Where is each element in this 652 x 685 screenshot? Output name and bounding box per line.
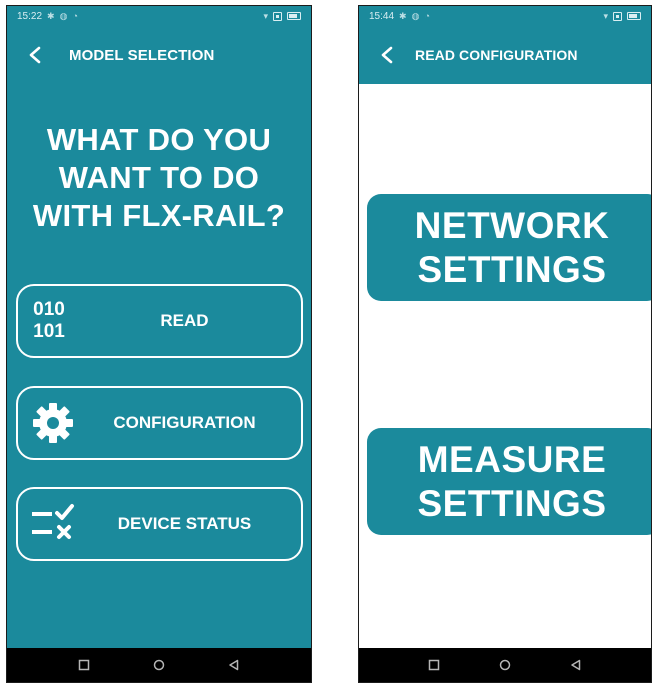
back-button[interactable] [365,33,409,77]
read-configuration-screen: 15:44 ✱ ◍ ◔ ▾ READ CONFIGURATION NETWORK… [358,5,652,683]
question-line: WHAT DO YOU [46,122,272,157]
home-circle-icon[interactable] [490,650,520,680]
recents-square-icon[interactable] [419,650,449,680]
notification-icon: ◍ [59,10,68,21]
wifi-icon: ▾ [263,10,268,21]
chevron-left-icon [29,46,41,64]
bluetooth-icon: ✱ [399,10,407,21]
system-nav-bar [7,648,311,682]
bluetooth-icon: ✱ [47,10,55,21]
screen-background: 15:22 ✱ ◍ ◔ ▾ MODEL SELECTION WHAT DO YO… [7,6,311,648]
read-button[interactable]: 010 101 READ [16,284,303,358]
binary-icon: 010 101 [18,286,88,356]
read-button-label: READ [160,311,209,330]
question-line: WITH FLX-RAIL? [32,198,286,233]
device-status-button-label: DEVICE STATUS [117,514,252,533]
screen-record-icon [273,11,282,21]
signal-icon: ◔ [424,11,430,21]
status-time: 15:22 [17,10,43,22]
wifi-icon: ▾ [603,10,608,21]
notification-icon: ◍ [411,10,420,21]
battery-icon [627,12,641,20]
binary-icon-text: 101 [33,321,65,342]
device-status-button[interactable]: DEVICE STATUS [16,487,303,561]
back-button[interactable] [13,33,57,77]
home-circle-icon[interactable] [144,650,174,680]
screen-record-icon [613,11,622,21]
checklist-icon [18,489,88,559]
page-title: READ CONFIGURATION [415,47,578,63]
battery-icon [287,12,301,20]
gear-icon [18,388,88,458]
network-settings-label-line: NETWORK [414,204,610,246]
back-triangle-icon[interactable] [561,650,591,680]
system-nav-bar [359,648,651,682]
top-bar: READ CONFIGURATION [359,26,651,84]
status-bar: 15:44 ✱ ◍ ◔ ▾ [359,6,651,26]
recents-square-icon[interactable] [69,650,99,680]
status-time: 15:44 [369,10,395,22]
page-title: MODEL SELECTION [69,46,215,64]
signal-icon: ◔ [72,11,78,21]
model-selection-screen: 15:22 ✱ ◍ ◔ ▾ MODEL SELECTION WHAT DO YO… [6,5,312,683]
back-triangle-icon[interactable] [219,650,249,680]
measure-settings-button[interactable]: MEASURE SETTINGS [367,428,651,535]
question-heading: WHAT DO YOU WANT TO DO WITH FLX-RAIL? [7,121,311,235]
binary-icon-text: 010 [33,299,65,320]
network-settings-button[interactable]: NETWORK SETTINGS [367,194,651,301]
configuration-button[interactable]: CONFIGURATION [16,386,303,460]
network-settings-label-line: SETTINGS [417,248,607,290]
configuration-button-label: CONFIGURATION [113,413,256,432]
measure-settings-label-line: MEASURE [417,438,607,480]
chevron-left-icon [381,46,393,64]
question-line: WANT TO DO [58,160,260,195]
top-bar: MODEL SELECTION [7,26,311,84]
status-bar: 15:22 ✱ ◍ ◔ ▾ [7,6,311,26]
measure-settings-label-line: SETTINGS [417,482,607,524]
